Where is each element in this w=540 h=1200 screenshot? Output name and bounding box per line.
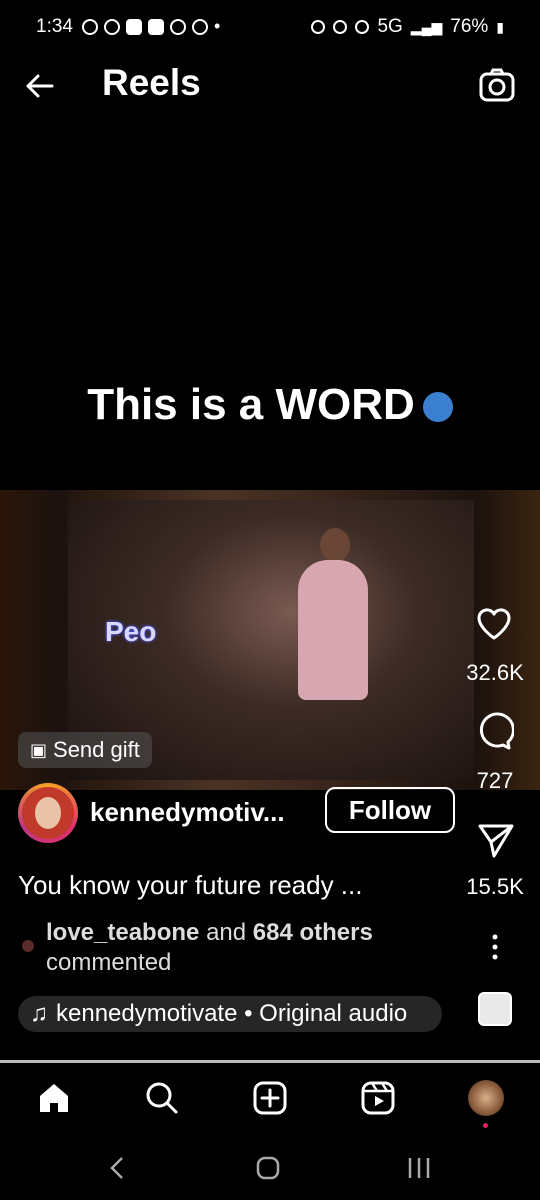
music-note-icon: ♫ xyxy=(30,1000,48,1027)
system-back-icon[interactable] xyxy=(106,1154,126,1182)
threads-icon xyxy=(82,18,98,35)
commenter-avatar xyxy=(22,940,34,952)
home-icon[interactable] xyxy=(36,1080,72,1116)
app-notification-icon xyxy=(126,18,142,35)
avatar-face xyxy=(35,797,61,829)
username[interactable]: kennedymotiv... xyxy=(90,797,285,828)
speaker-head xyxy=(320,528,350,562)
messenger-icon xyxy=(104,18,120,35)
audio-pill[interactable]: ♫ kennedymotivate • Original audio xyxy=(18,996,442,1032)
profile-icon[interactable] xyxy=(468,1080,504,1116)
audio-label: kennedymotivate • Original audio xyxy=(56,1000,408,1027)
speaker-figure xyxy=(298,560,368,700)
avatar[interactable] xyxy=(18,783,78,843)
camera-icon[interactable] xyxy=(478,66,516,104)
notification-dot xyxy=(483,1123,488,1128)
likes-count[interactable]: 32.6K xyxy=(455,660,535,686)
network-type: 5G xyxy=(377,16,403,37)
gift-icon: ▣ xyxy=(30,739,48,760)
commented-summary[interactable]: love_teabone and 684 others commented xyxy=(46,918,373,978)
status-bar: 1:34 • 5G ▂▄▆ 76% ▮ xyxy=(0,0,540,54)
status-right: 5G ▂▄▆ 76% ▮ xyxy=(311,16,504,38)
battery-level: 76% xyxy=(450,16,489,37)
more-options-icon[interactable] xyxy=(485,932,505,962)
send-gift-label: Send gift xyxy=(53,737,140,762)
heart-icon[interactable] xyxy=(474,604,514,644)
avatar-inner xyxy=(22,787,74,839)
follow-button[interactable]: Follow xyxy=(325,787,455,833)
video-progress-bar[interactable] xyxy=(0,1060,540,1063)
audio-thumbnail[interactable] xyxy=(478,992,512,1026)
others-count: 684 others xyxy=(252,919,373,946)
more-notifications-icon: • xyxy=(214,16,221,36)
and-text: and xyxy=(206,919,247,946)
system-nav-bar xyxy=(0,1140,540,1200)
commented-label: commented xyxy=(46,949,172,976)
back-arrow-icon[interactable] xyxy=(22,68,58,104)
location-icon xyxy=(355,20,370,34)
send-gift-button[interactable]: ▣ Send gift xyxy=(18,732,152,768)
shares-count[interactable]: 15.5K xyxy=(455,874,535,900)
bottom-nav xyxy=(0,1064,540,1140)
share-icon[interactable] xyxy=(476,820,516,860)
app-notification-icon xyxy=(148,18,164,35)
status-time: 1:34 xyxy=(36,16,73,37)
commenter-name: love_teabone xyxy=(46,919,200,946)
battery-icon: ▮ xyxy=(496,18,504,35)
alarm-icon xyxy=(311,20,326,34)
create-post-icon[interactable] xyxy=(252,1080,288,1116)
facebook-icon xyxy=(192,18,208,35)
facebook-icon xyxy=(170,18,186,35)
video-caption-fragment: Peo xyxy=(105,616,157,647)
comment-icon[interactable] xyxy=(474,712,514,752)
comments-count[interactable]: 727 xyxy=(455,768,535,794)
video-overlay-text: This is a WORD xyxy=(0,380,540,430)
notification-icons: • xyxy=(82,16,220,37)
speaking-head-icon xyxy=(422,392,453,423)
bluetooth-icon xyxy=(333,20,348,34)
search-icon[interactable] xyxy=(144,1080,180,1116)
system-recents-icon[interactable] xyxy=(406,1156,432,1180)
signal-icon: ▂▄▆ xyxy=(410,18,443,35)
overlay-text: This is a WORD xyxy=(87,380,415,429)
page-title: Reels xyxy=(102,62,201,103)
system-home-icon[interactable] xyxy=(256,1156,280,1180)
reels-icon[interactable] xyxy=(360,1080,396,1116)
post-caption[interactable]: You know your future ready ... xyxy=(18,870,362,901)
